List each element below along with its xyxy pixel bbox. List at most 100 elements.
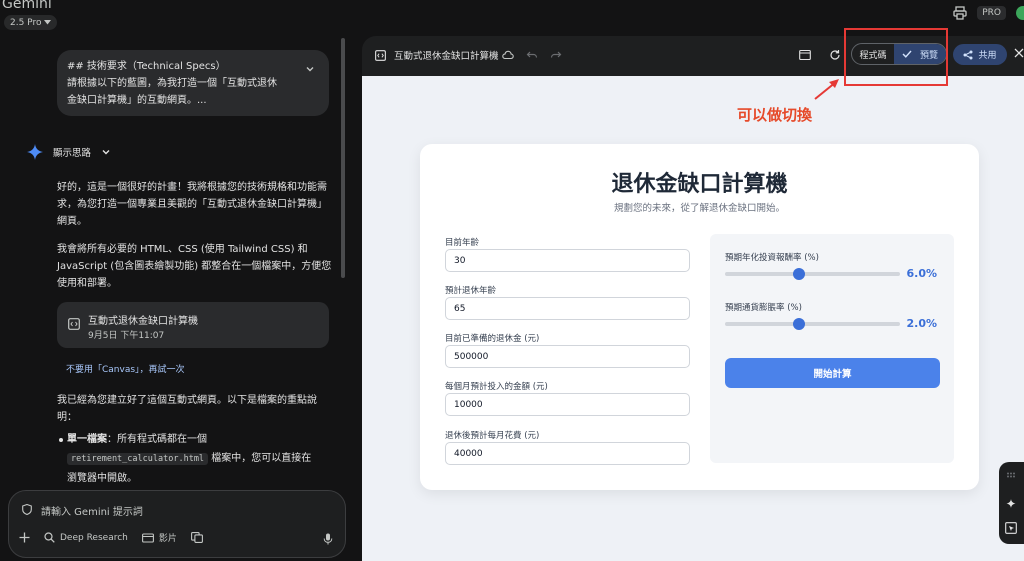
field-label: 目前年齡 bbox=[445, 238, 480, 248]
bullet-text: 瀏覽器中開啟。 bbox=[67, 473, 137, 484]
retry-without-canvas-link[interactable]: 不要用「Canvas」，再試一次 bbox=[66, 362, 185, 375]
code-doc-icon bbox=[375, 49, 386, 61]
doc-timestamp: 9月5日 下午11:07 bbox=[88, 331, 165, 341]
retire-age-input[interactable]: 65 bbox=[445, 297, 690, 320]
expand-chevron-icon[interactable] bbox=[305, 64, 315, 74]
slider-label: 預期年化投資報酬率 (%) bbox=[725, 253, 819, 263]
text-line: 好的，這是一個很好的計畫！我將根據您的技術規格和功能需 bbox=[57, 182, 327, 193]
canvas-title[interactable]: 互動式退休金缺口計算機 bbox=[394, 48, 499, 62]
assumptions-panel: 預期年化投資報酬率 (%) 6.0% 預期通貨膨脹率 (%) 2.0% 開始計算 bbox=[710, 234, 954, 463]
top-right-actions: PRO bbox=[953, 6, 1024, 20]
bullet-text: ：所有程式碼都在一個 bbox=[107, 434, 207, 445]
field-label: 預計退休年齡 bbox=[445, 286, 497, 296]
share-label: 共用 bbox=[978, 51, 997, 61]
prompt-input[interactable]: 請輸入 Gemini 提示詞 bbox=[41, 503, 143, 518]
deep-research-button[interactable]: Deep Research bbox=[44, 532, 128, 543]
thinking-label: 顯示思路 bbox=[53, 148, 92, 159]
tool-label: Deep Research bbox=[60, 532, 128, 543]
refresh-icon[interactable] bbox=[829, 49, 841, 61]
inline-code: retirement_calculator.html bbox=[67, 453, 209, 465]
avatar[interactable] bbox=[1016, 6, 1024, 20]
code-doc-icon bbox=[68, 318, 80, 330]
model-label: 2.5 Pro bbox=[10, 17, 42, 28]
chevron-down-icon bbox=[102, 150, 110, 155]
field-label: 每個月預計投入的金額 (元) bbox=[445, 382, 548, 392]
video-icon bbox=[141, 532, 154, 543]
text-line: 網頁。 bbox=[57, 216, 87, 227]
calculate-button[interactable]: 開始計算 bbox=[725, 358, 940, 388]
input-toolbar: Deep Research 影片 bbox=[19, 531, 203, 544]
show-thinking-toggle[interactable]: 顯示思路 bbox=[27, 144, 111, 160]
prompt-input-box[interactable]: 請輸入 Gemini 提示詞 Deep Research 影片 bbox=[8, 490, 346, 558]
response-paragraph: 我已經為您建立好了這個互動式網頁。以下是檔案的重點說 明： bbox=[57, 392, 332, 426]
text-line: 我會將所有必要的 HTML、CSS (使用 Tailwind CSS) 和 bbox=[57, 244, 308, 255]
calculator-title: 退休金缺口計算機 bbox=[611, 172, 788, 197]
response-paragraph: 我會將所有必要的 HTML、CSS (使用 Tailwind CSS) 和 Ja… bbox=[57, 241, 332, 292]
canvas-tool-icon[interactable] bbox=[190, 532, 203, 543]
plus-icon[interactable] bbox=[19, 532, 30, 543]
monthly-expense-input[interactable]: 40000 bbox=[445, 442, 690, 465]
field-label: 目前已準備的退休金 (元) bbox=[445, 334, 540, 344]
current-savings-input[interactable]: 500000 bbox=[445, 345, 690, 368]
doc-title: 互動式退休金缺口計算機 bbox=[88, 316, 198, 327]
text-line: 我已經為您建立好了這個互動式網頁。以下是檔案的重點說 bbox=[57, 395, 317, 406]
canvas-title-group: 互動式退休金缺口計算機 bbox=[375, 48, 499, 62]
close-icon[interactable] bbox=[1014, 48, 1024, 58]
annotation-label: 可以做切換 bbox=[737, 106, 813, 124]
brand-logo[interactable]: Gemini bbox=[2, 0, 52, 12]
drag-handle-icon[interactable] bbox=[1006, 472, 1016, 478]
inflation-rate-slider[interactable] bbox=[725, 318, 900, 330]
pro-badge: PRO bbox=[977, 6, 1006, 20]
monthly-contribution-input[interactable]: 10000 bbox=[445, 393, 690, 416]
list-item: 單一檔案：所有程式碼都在一個 retirement_calculator.htm… bbox=[59, 430, 332, 488]
gemini-spark-icon bbox=[27, 144, 43, 160]
user-message-line: 請根據以下的藍圖，為我打造一個「互動式退休 bbox=[67, 78, 277, 89]
slider-thumb[interactable] bbox=[792, 318, 805, 330]
slider-label: 預期通貨膨脹率 (%) bbox=[725, 303, 802, 313]
canvas-doc-card[interactable]: 互動式退休金缺口計算機 9月5日 下午11:07 bbox=[57, 302, 329, 348]
bullet-text: 檔案中，您可以直接在 bbox=[211, 453, 312, 464]
return-rate-slider[interactable] bbox=[725, 268, 900, 280]
select-element-icon[interactable] bbox=[1005, 522, 1017, 534]
highlight-box bbox=[844, 28, 948, 86]
sparkle-edit-icon[interactable] bbox=[1005, 498, 1017, 510]
return-rate-value: 6.0% bbox=[906, 267, 937, 280]
user-message-bubble[interactable]: ## 技術要求（Technical Specs） 請根據以下的藍圖，為我打造一個… bbox=[57, 50, 329, 116]
tool-label: 影片 bbox=[158, 534, 177, 544]
calculator-subtitle: 規劃您的未來，從了解退休金缺口開始。 bbox=[613, 203, 785, 214]
floating-toolbar bbox=[999, 462, 1024, 544]
model-selector[interactable]: 2.5 Pro bbox=[4, 15, 58, 30]
text-line: 求，為您打造一個專業且美觀的「互動式退休金缺口計算機」 bbox=[57, 199, 327, 210]
inflation-rate-value: 2.0% bbox=[906, 317, 937, 330]
canvas-panel: 互動式退休金缺口計算機 程式碼 預覽 共用 退休金缺口計算機 規劃您的未來，從了… bbox=[362, 36, 1024, 561]
canvas-preview: 退休金缺口計算機 規劃您的未來，從了解退休金缺口開始。 目前年齡 30 預計退休… bbox=[362, 76, 1024, 561]
slider-thumb[interactable] bbox=[792, 268, 805, 280]
chat-panel: ## 技術要求（Technical Specs） 請根據以下的藍圖，為我打造一個… bbox=[0, 34, 350, 561]
user-message-line: 金缺口計算機」的互動網頁。... bbox=[67, 95, 207, 106]
printer-icon[interactable] bbox=[953, 6, 967, 20]
bullet-dot bbox=[59, 438, 63, 442]
microphone-icon[interactable] bbox=[323, 533, 333, 545]
app-root: Gemini 2.5 Pro PRO ## 技術要求（Technical Spe… bbox=[0, 0, 1024, 561]
field-label: 退休後預計每月花費 (元) bbox=[445, 431, 540, 441]
current-age-input[interactable]: 30 bbox=[445, 249, 690, 272]
undo-icon[interactable] bbox=[526, 49, 538, 61]
calculator-card: 退休金缺口計算機 規劃您的未來，從了解退休金缺口開始。 目前年齡 30 預計退休… bbox=[420, 144, 979, 490]
chat-scrollbar[interactable] bbox=[341, 38, 345, 278]
share-icon bbox=[963, 50, 973, 59]
text-line: JavaScript (包含圖表繪製功能) 都整合在一個檔案中，方便您 bbox=[57, 261, 332, 272]
console-icon[interactable] bbox=[799, 49, 811, 61]
shield-icon bbox=[22, 504, 32, 515]
research-icon bbox=[44, 532, 55, 543]
user-message-line: ## 技術要求（Technical Specs） bbox=[67, 61, 226, 72]
caret-down-icon bbox=[44, 20, 52, 25]
text-line: 使用和部署。 bbox=[57, 278, 117, 289]
redo-icon[interactable] bbox=[550, 49, 562, 61]
video-button[interactable]: 影片 bbox=[141, 531, 177, 544]
text-line: 明： bbox=[57, 412, 77, 423]
cloud-saved-icon bbox=[502, 50, 514, 60]
response-paragraph: 好的，這是一個很好的計畫！我將根據您的技術規格和功能需 求，為您打造一個專業且美… bbox=[57, 179, 332, 230]
bullet-bold: 單一檔案 bbox=[67, 434, 107, 445]
annotation-arrow-icon bbox=[814, 79, 839, 100]
share-button[interactable]: 共用 bbox=[953, 44, 1007, 65]
